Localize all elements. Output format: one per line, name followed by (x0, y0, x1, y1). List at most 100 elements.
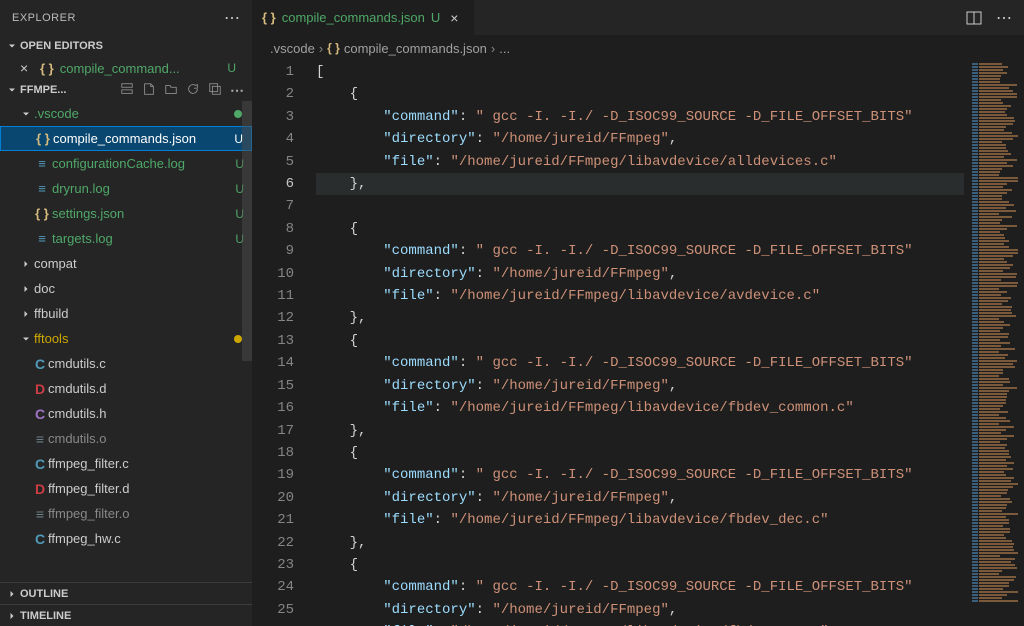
project-section[interactable]: FFMPE... ⋯ (0, 79, 252, 101)
file-label: cmdutils.h (48, 406, 252, 421)
file-cmdutils-c[interactable]: C cmdutils.c (0, 351, 252, 376)
file-label: settings.json (52, 206, 235, 221)
file-ffmpeg-filter-o[interactable]: ≡ ffmpeg_filter.o (0, 501, 252, 526)
explorer-header: EXPLORER ⋯ (0, 0, 252, 35)
file-label: ffmpeg_filter.d (48, 481, 252, 496)
folder-fftools[interactable]: fftools (0, 326, 252, 351)
outline-label: OUTLINE (20, 588, 68, 600)
file-cmdutils-d[interactable]: D cmdutils.d (0, 376, 252, 401)
json-icon: { } (33, 131, 53, 146)
file-label: targets.log (52, 231, 235, 246)
chevron-right-icon (4, 588, 20, 600)
file-compile-commands[interactable]: { } compile_commands.json U (0, 126, 252, 151)
folder-vscode[interactable]: .vscode (0, 101, 252, 126)
file-label: compile_commands.json (53, 131, 234, 146)
refresh-icon[interactable] (186, 82, 200, 99)
editor-actions: ⋯ (954, 0, 1024, 35)
folder-doc[interactable]: doc (0, 276, 252, 301)
c-icon: C (32, 356, 48, 372)
tab-compile-commands[interactable]: { } compile_commands.json U × (252, 0, 475, 35)
log-icon: ≡ (32, 181, 52, 196)
split-editor-icon[interactable] (966, 10, 982, 26)
log-icon: ≡ (32, 156, 52, 171)
file-label: cmdutils.d (48, 381, 252, 396)
open-editor-item[interactable]: × { } compile_command... U (0, 57, 252, 79)
breadcrumb-folder[interactable]: .vscode (270, 41, 315, 56)
breadcrumbs[interactable]: .vscode › { } compile_commands.json › ..… (252, 35, 1024, 61)
chevron-down-icon (20, 108, 34, 120)
file-label: configurationCache.log (52, 156, 235, 171)
view-icon[interactable] (120, 82, 134, 99)
breadcrumb-file[interactable]: compile_commands.json (344, 41, 487, 56)
collapse-icon[interactable] (208, 82, 222, 99)
file-label: ffmpeg_hw.c (48, 531, 252, 546)
folder-label: compat (34, 256, 252, 271)
file-ffmpeg-filter-d[interactable]: D ffmpeg_filter.d (0, 476, 252, 501)
outline-section[interactable]: OUTLINE (0, 582, 252, 604)
chevron-right-icon (20, 308, 34, 320)
more-actions-button[interactable]: ⋯ (224, 8, 240, 28)
file-dryrun[interactable]: ≡ dryrun.log U (0, 176, 252, 201)
file-label: ffmpeg_filter.o (48, 506, 252, 521)
sidebar-scrollbar[interactable] (242, 101, 252, 361)
folder-label: fftools (34, 331, 234, 346)
json-icon: { } (32, 206, 52, 221)
chevron-right-icon (4, 610, 20, 622)
folder-compat[interactable]: compat (0, 251, 252, 276)
d-icon: D (32, 481, 48, 497)
log-icon: ≡ (32, 231, 52, 246)
file-targets[interactable]: ≡ targets.log U (0, 226, 252, 251)
o-icon: ≡ (32, 506, 48, 522)
chevron-down-icon (20, 333, 34, 345)
tab-bar: { } compile_commands.json U × ⋯ (252, 0, 1024, 35)
chevron-right-icon (20, 283, 34, 295)
chevron-down-icon (4, 84, 20, 96)
file-tree: .vscode { } compile_commands.json U ≡ co… (0, 101, 252, 551)
json-icon: { } (40, 61, 54, 76)
file-label: cmdutils.o (48, 431, 252, 446)
folder-label: doc (34, 281, 252, 296)
file-label: cmdutils.c (48, 356, 252, 371)
code-content[interactable]: [ { "command": " gcc -I. -I./ -D_ISOC99_… (316, 61, 964, 626)
close-icon[interactable]: × (20, 60, 34, 76)
new-file-icon[interactable] (142, 82, 156, 99)
breadcrumb-more[interactable]: ... (499, 41, 510, 56)
file-ffmpeg-hw-c[interactable]: C ffmpeg_hw.c (0, 526, 252, 551)
chevron-down-icon (4, 40, 20, 52)
editor-area: { } compile_commands.json U × ⋯ .vscode … (252, 0, 1024, 626)
o-icon: ≡ (32, 431, 48, 447)
sidebar: EXPLORER ⋯ OPEN EDITORS × { } compile_co… (0, 0, 252, 626)
timeline-section[interactable]: TIMELINE (0, 604, 252, 626)
more-icon[interactable]: ⋯ (230, 82, 244, 99)
project-toolbar: ⋯ (120, 82, 248, 99)
line-number-gutter: 1234567891011121314151617181920212223242… (252, 61, 316, 626)
file-cmdutils-o[interactable]: ≡ cmdutils.o (0, 426, 252, 451)
file-ffmpeg-filter-c[interactable]: C ffmpeg_filter.c (0, 451, 252, 476)
folder-ffbuild[interactable]: ffbuild (0, 301, 252, 326)
file-configuration-cache[interactable]: ≡ configurationCache.log U (0, 151, 252, 176)
json-icon: { } (262, 10, 276, 25)
close-icon[interactable]: × (450, 10, 464, 26)
new-folder-icon[interactable] (164, 82, 178, 99)
open-editors-section[interactable]: OPEN EDITORS (0, 35, 252, 57)
code-editor[interactable]: 1234567891011121314151617181920212223242… (252, 61, 1024, 626)
tab-filename: compile_commands.json (282, 10, 425, 25)
json-icon: { } (327, 41, 340, 55)
git-dot-icon (234, 110, 242, 118)
git-status-badge: U (227, 61, 244, 75)
file-cmdutils-h[interactable]: C cmdutils.h (0, 401, 252, 426)
folder-label: ffbuild (34, 306, 252, 321)
more-actions-icon[interactable]: ⋯ (996, 8, 1012, 28)
git-dot-icon (234, 335, 242, 343)
d-icon: D (32, 381, 48, 397)
file-settings[interactable]: { } settings.json U (0, 201, 252, 226)
chevron-right-icon: › (491, 41, 495, 56)
folder-label: .vscode (34, 106, 234, 121)
minimap[interactable] (964, 61, 1024, 626)
c-icon: C (32, 531, 48, 547)
tab-status: U (431, 10, 440, 25)
c-icon: C (32, 456, 48, 472)
file-label: dryrun.log (52, 181, 235, 196)
chevron-right-icon: › (319, 41, 323, 56)
open-editors-label: OPEN EDITORS (20, 40, 103, 52)
